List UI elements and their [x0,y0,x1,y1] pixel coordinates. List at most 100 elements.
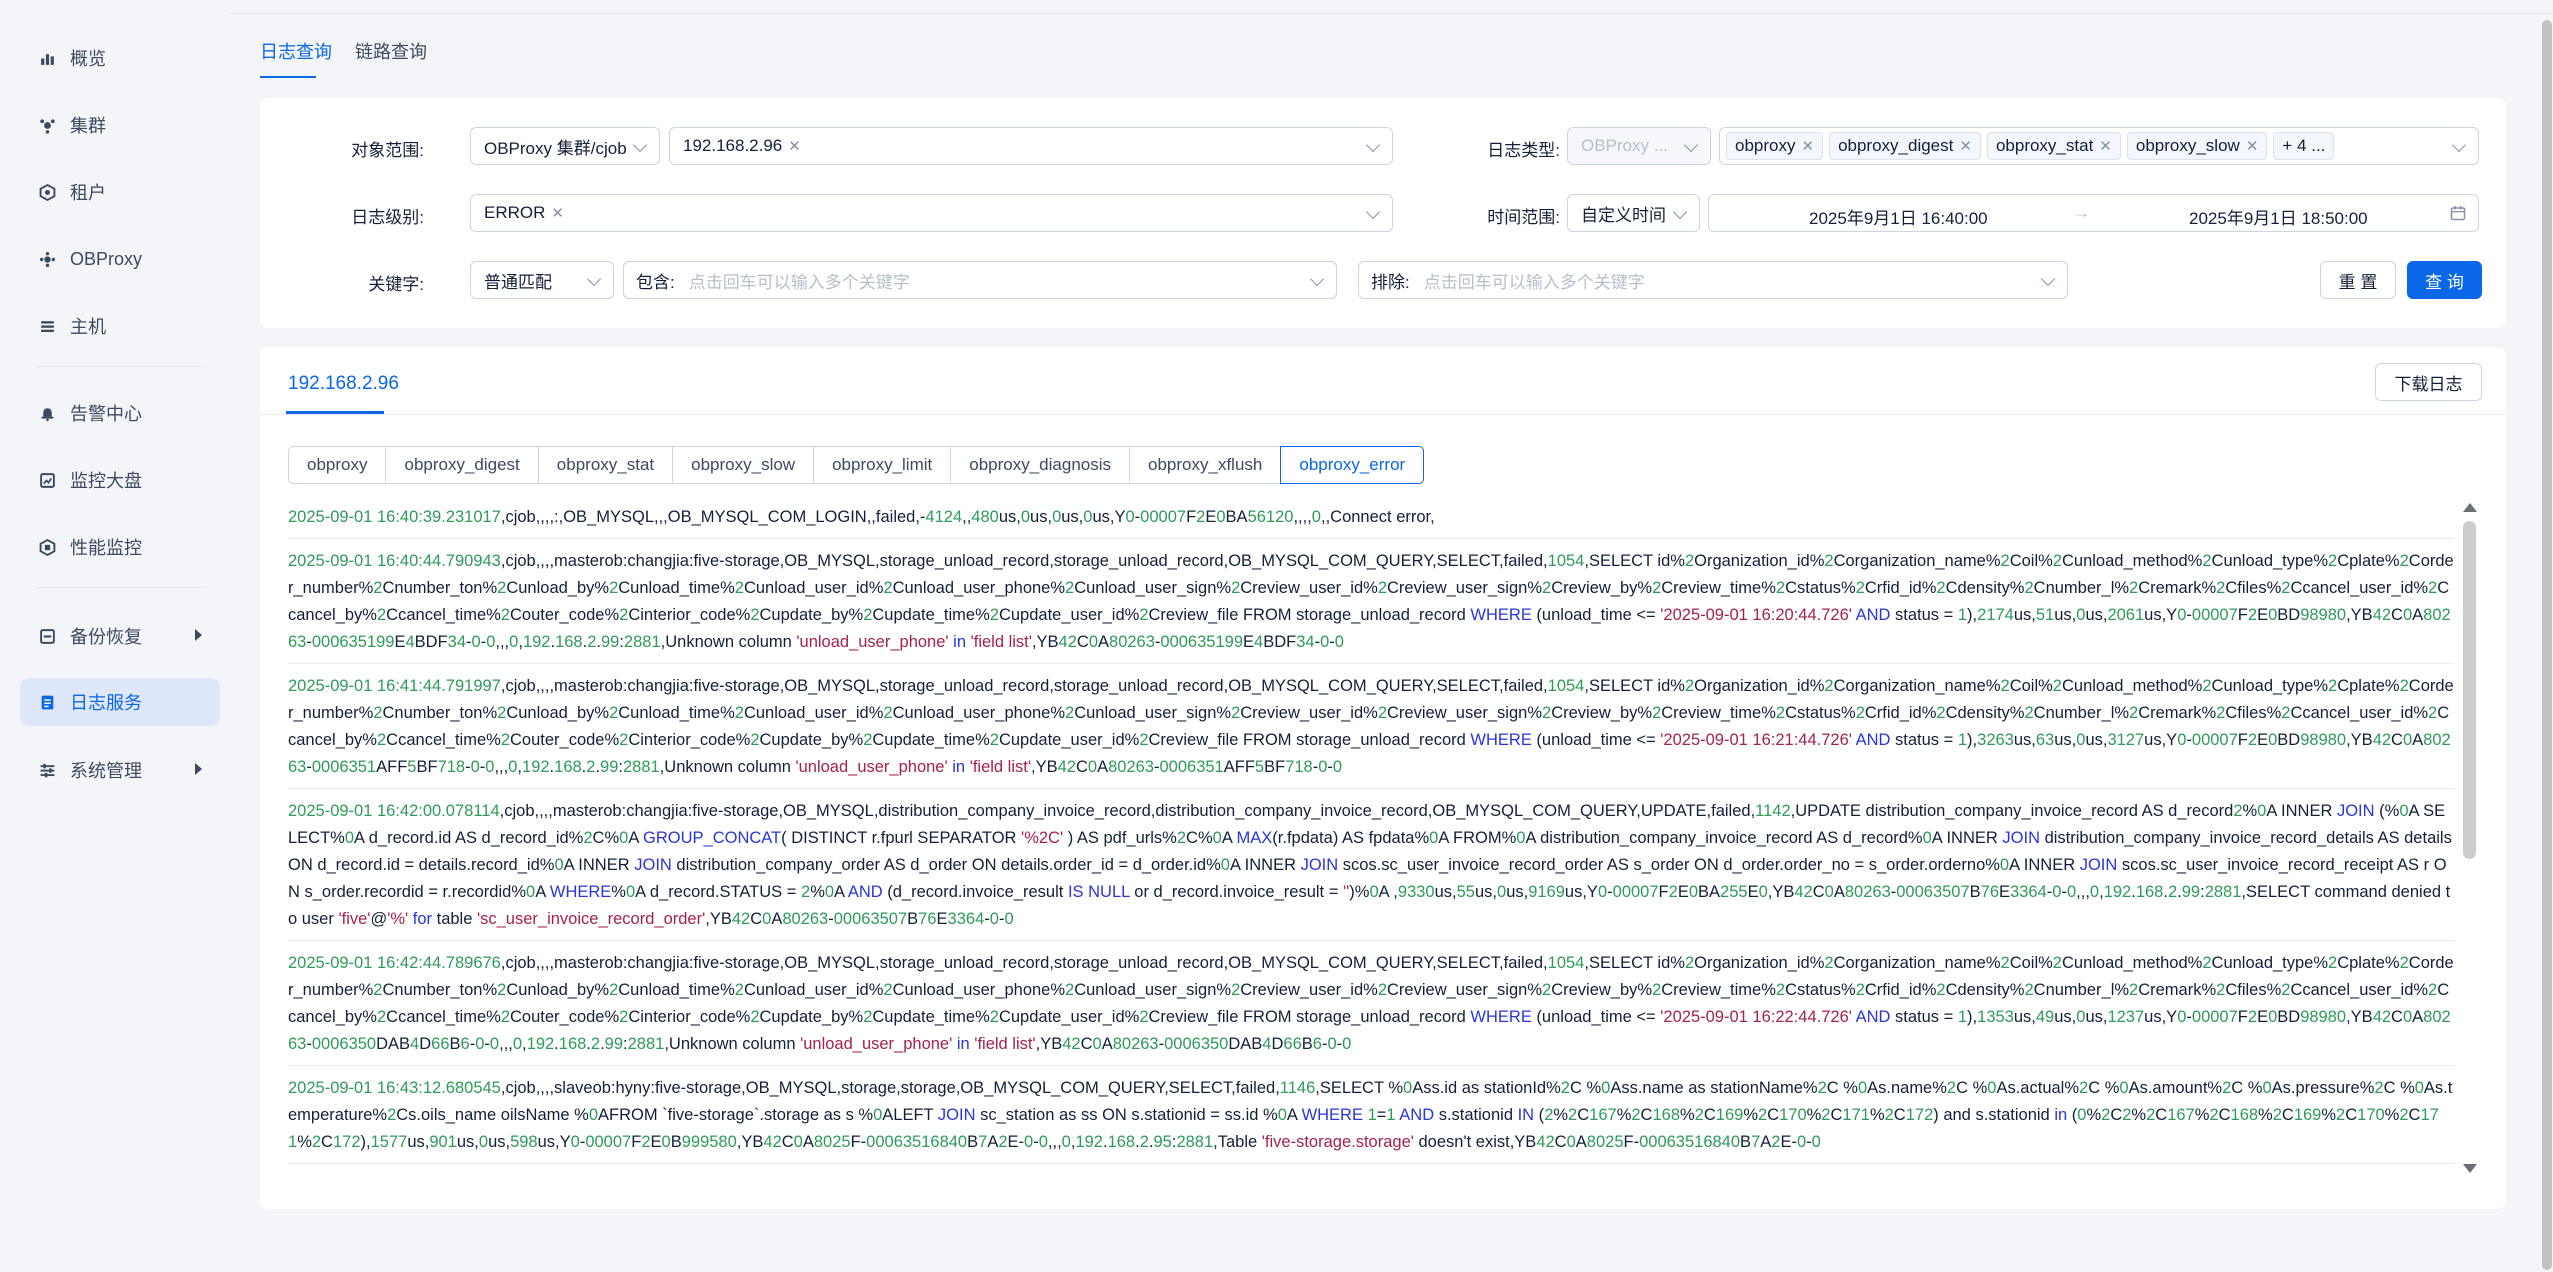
log-type-select[interactable]: OBProxy ... [1567,127,1711,165]
sidebar-item-label: 集群 [70,116,106,136]
log-type-tag: obproxy_digest ✕ [1829,132,1981,160]
log-tab-obproxy-xflush[interactable]: obproxy_xflush [1129,446,1282,484]
sidebar-item-tenant[interactable]: 租户 [20,168,220,216]
filter-card: 对象范围: OBProxy 集群/cjob 192.168.2.96 ✕ 日志类型… [260,98,2506,328]
chevron-right-icon [195,763,202,775]
log-tab-obproxy-slow[interactable]: obproxy_slow [672,446,815,484]
chevron-down-icon [1365,137,1381,153]
close-icon[interactable]: ✕ [551,204,564,222]
sidebar-item-label: 日志服务 [70,693,142,713]
chevron-down-icon [586,271,602,287]
sidebar-item-label: 租户 [70,183,106,203]
reset-button[interactable]: 重 置 [2320,261,2396,299]
bar-chart-icon [38,49,56,67]
sidebar-item-obproxy[interactable]: OBProxy [20,235,220,283]
log-entry: 2025-09-01 16:42:44.789676,cjob,,,,maste… [288,941,2454,1066]
performance-icon [38,538,56,556]
log-tab-obproxy-stat[interactable]: obproxy_stat [537,446,674,484]
sidebar-divider [36,366,206,367]
proxy-icon [38,250,56,268]
log-type-tag: obproxy ✕ [1726,132,1824,160]
time-start[interactable]: 2025年9月1日 16:40:00 [1809,204,1988,229]
host-tag-label: 192.168.2.96 [683,136,783,155]
host-select[interactable]: 192.168.2.96 ✕ [669,127,1393,165]
log-scrollbar[interactable] [2463,503,2477,1173]
log-tab-obproxy-diagnosis[interactable]: obproxy_diagnosis [950,446,1131,484]
chevron-down-icon [1309,271,1325,287]
chevron-down-icon [1365,204,1381,220]
sidebar-item-label: 主机 [70,317,106,337]
backup-icon [38,627,56,645]
sidebar-item-overview[interactable]: 概览 [20,34,220,82]
sidebar-item-label: 监控大盘 [70,471,142,491]
scope-select[interactable]: OBProxy 集群/cjob [470,127,660,165]
sidebar-item-alerts[interactable]: 告警中心 [20,389,220,437]
level-tag: ERROR ✕ [477,199,572,227]
log-type-tag: obproxy_stat ✕ [1986,132,2121,160]
sidebar-item-label: OBProxy [70,248,143,269]
include-keyword-input[interactable]: 包含: 点击回车可以输入多个关键字 [623,261,1337,299]
close-icon[interactable]: ✕ [1959,137,1972,155]
scroll-down-icon[interactable] [2463,1164,2477,1173]
log-type-tabs: obproxy obproxy_digest obproxy_stat obpr… [288,446,1425,484]
sidebar-item-label: 告警中心 [70,404,142,424]
host-tab[interactable]: 192.168.2.96 [288,373,399,395]
sidebar-item-system[interactable]: 系统管理 [20,746,220,794]
tag-label: obproxy_stat [1995,136,2094,155]
tag-label: obproxy_digest [1838,136,1954,155]
log-entry: 2025-09-01 16:42:00.078114,cjob,,,,maste… [288,789,2454,941]
chevron-down-icon [2040,271,2056,287]
keyword-label: 关键字: [368,275,424,294]
download-log-button[interactable]: 下载日志 [2375,363,2482,401]
sidebar-item-performance[interactable]: 性能监控 [20,523,220,571]
exclude-keyword-input[interactable]: 排除: 点击回车可以输入多个关键字 [1358,261,2068,299]
log-tab-obproxy-error[interactable]: obproxy_error [1280,446,1425,484]
log-tab-obproxy-limit[interactable]: obproxy_limit [813,446,952,484]
tag-label: obproxy [1735,136,1796,155]
exclude-label: 排除: [1371,272,1410,292]
log-list[interactable]: 2025-09-01 16:40:39.231017,cjob,,,,:,OB_… [288,504,2454,1168]
page-scrollbar-thumb[interactable] [2542,20,2552,1270]
time-range-picker[interactable]: 2025年9月1日 16:40:00 → 2025年9月1日 18:50:00 [1708,194,2479,232]
log-tab-obproxy[interactable]: obproxy [288,446,387,484]
exclude-placeholder: 点击回车可以输入多个关键字 [1423,272,1645,292]
arrow-right-icon: → [2073,203,2090,222]
sidebar-item-log-service[interactable]: 日志服务 [20,678,220,726]
time-mode-select[interactable]: 自定义时间 [1567,194,1700,232]
time-range-label: 时间范围: [1487,208,1560,227]
log-type-tags-select[interactable]: obproxy ✕ obproxy_digest ✕ obproxy_stat ✕ o… [1719,127,2479,165]
close-icon[interactable]: ✕ [1801,137,1814,155]
card-divider [260,414,2506,415]
log-entry: 2025-09-01 16:41:44.791997,cjob,,,,maste… [288,664,2454,789]
log-tab-obproxy-digest[interactable]: obproxy_digest [385,446,539,484]
settings-icon [38,761,56,779]
tab-log-query[interactable]: 日志查询 [260,38,332,64]
tag-label: obproxy_slow [2135,136,2240,155]
sidebar-item-dashboard[interactable]: 监控大盘 [20,456,220,504]
sidebar-item-backup[interactable]: 备份恢复 [20,612,220,660]
level-select[interactable]: ERROR ✕ [470,194,1393,232]
sidebar-item-label: 性能监控 [70,538,142,558]
tab-trace-query[interactable]: 链路查询 [355,38,427,64]
bell-icon [38,404,56,422]
close-icon[interactable]: ✕ [788,137,801,155]
sidebar-item-label: 备份恢复 [70,627,142,647]
search-button[interactable]: 查 询 [2407,261,2482,299]
sidebar-item-host[interactable]: 主机 [20,302,220,350]
log-type-tag: obproxy_slow ✕ [2126,132,2268,160]
sidebar: 概览 集群 租户 OBProxy 主机 告警中心 监控大盘 性能监控 备份恢复 … [0,0,230,1272]
close-icon[interactable]: ✕ [2099,137,2112,155]
time-end[interactable]: 2025年9月1日 18:50:00 [2189,204,2368,229]
close-icon[interactable]: ✕ [2246,137,2259,155]
scrollbar-thumb[interactable] [2463,521,2476,859]
sidebar-item-cluster[interactable]: 集群 [20,101,220,149]
tenant-icon [38,183,56,201]
log-type-label: 日志类型: [1487,141,1560,160]
match-mode-select[interactable]: 普通匹配 [470,261,614,299]
log-icon [38,693,56,711]
log-type-more-tag[interactable]: + 4 ... [2273,132,2335,160]
include-placeholder: 点击回车可以输入多个关键字 [688,272,910,292]
time-mode-value: 自定义时间 [1581,205,1666,225]
sidebar-divider [36,587,206,588]
scroll-up-icon[interactable] [2463,503,2477,512]
